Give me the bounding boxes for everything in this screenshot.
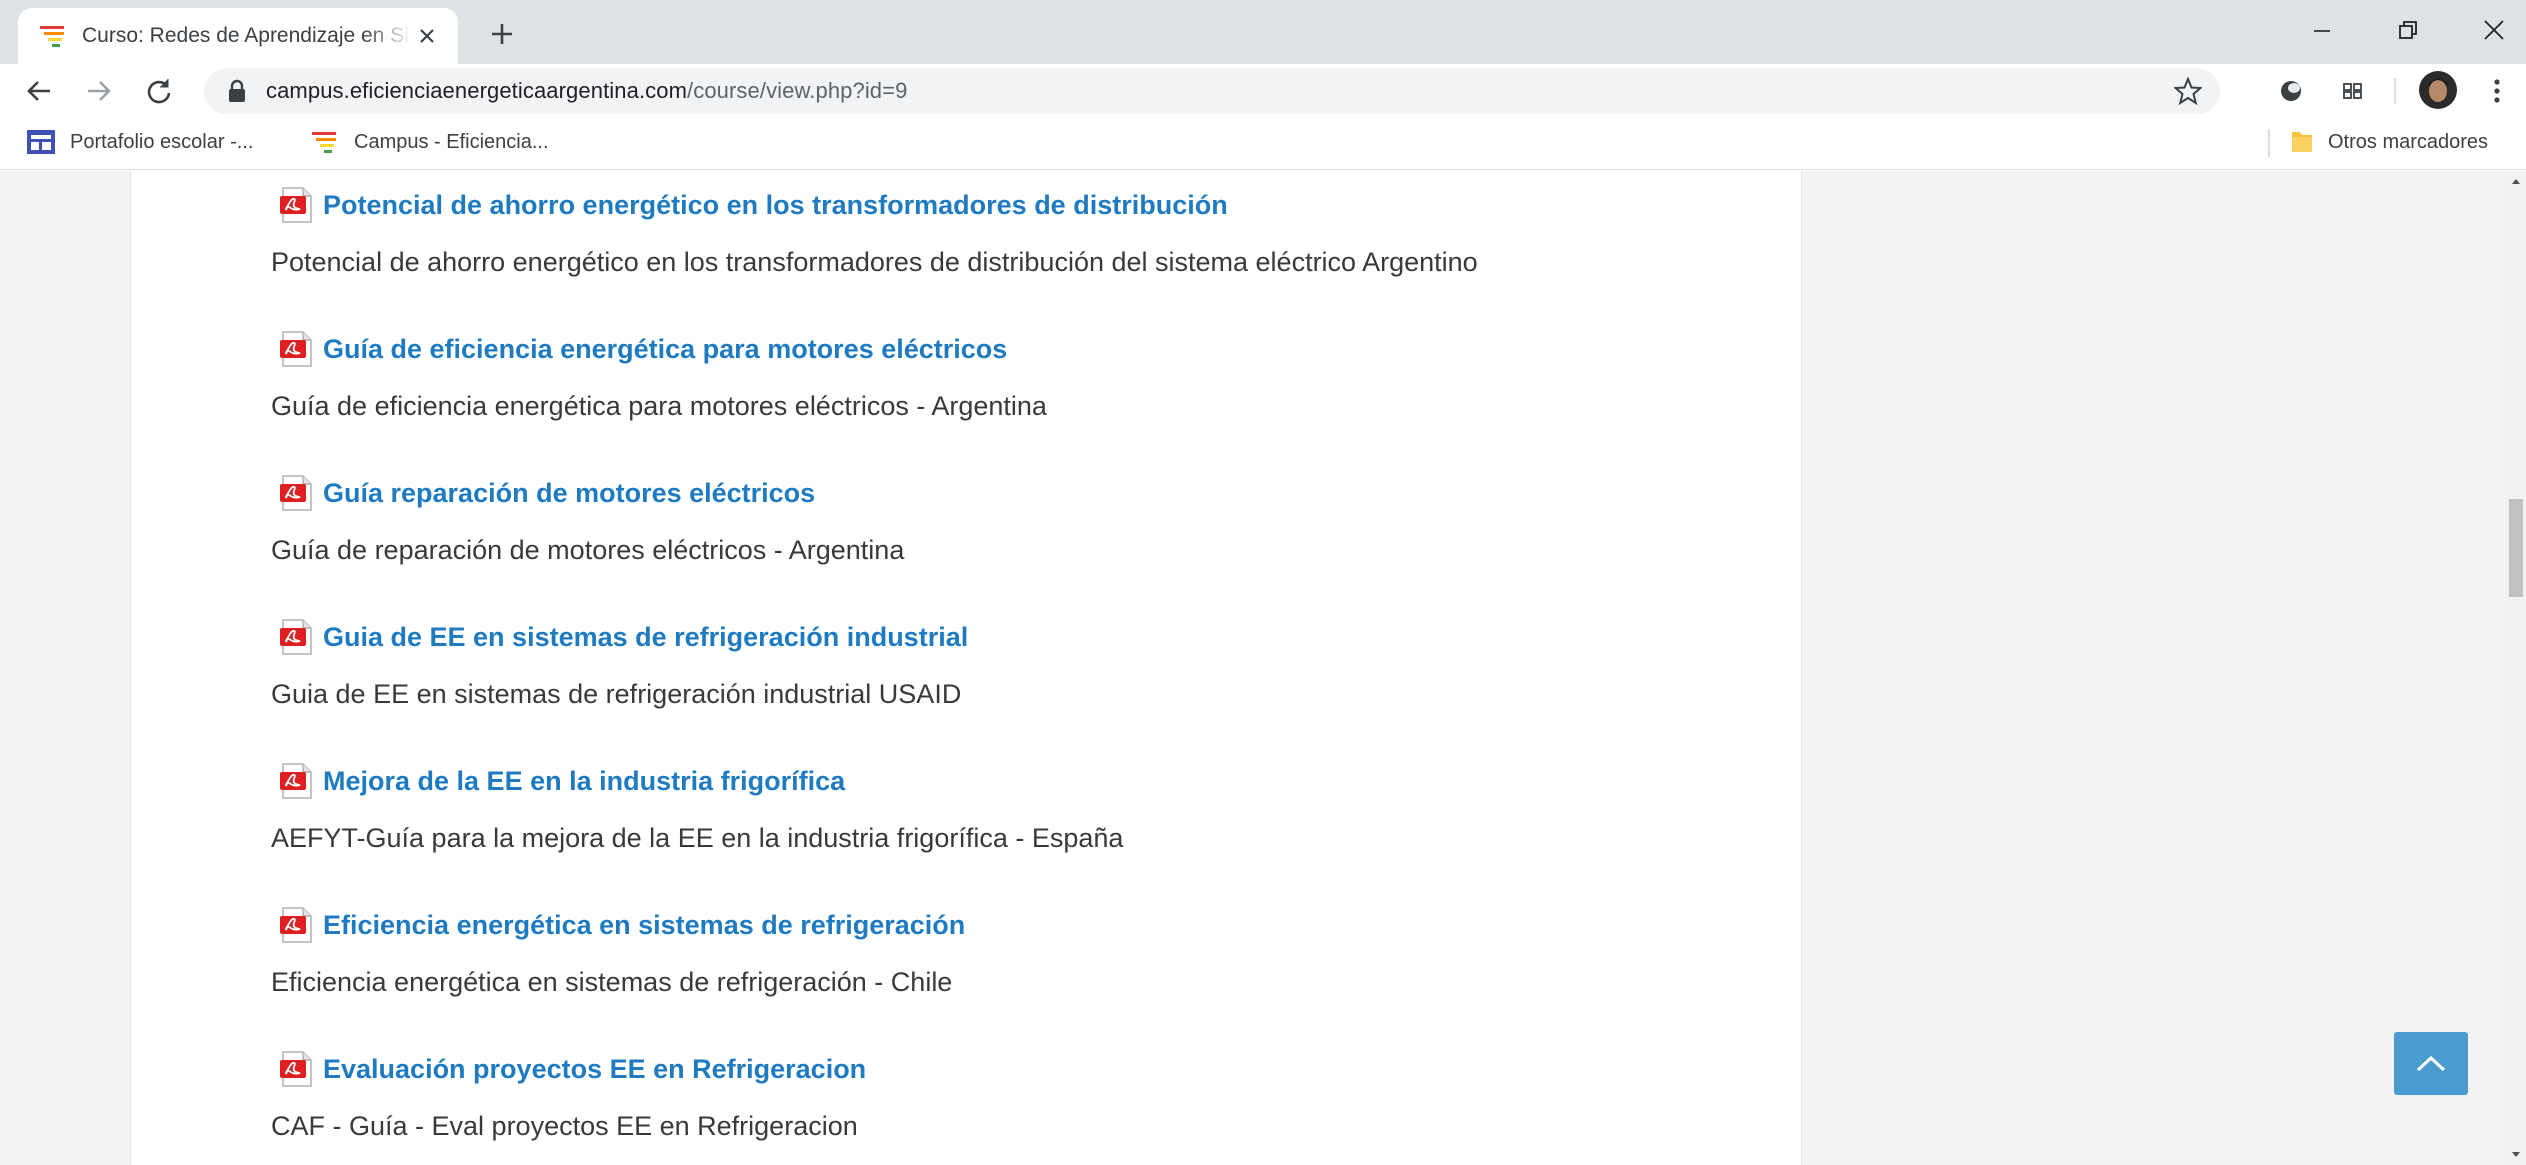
browser-toolbar: campus.eficienciaenergeticaargentina.com…	[0, 64, 2526, 116]
scroll-thumb[interactable]	[2509, 499, 2523, 597]
bookmark-star-icon[interactable]	[2174, 77, 2202, 105]
extension-button[interactable]	[2274, 74, 2308, 108]
restore-icon	[2399, 21, 2417, 39]
minimize-icon	[2314, 30, 2330, 32]
course-content: Potencial de ahorro energético en los tr…	[130, 171, 1802, 1165]
activity-title: Guia de EE en sistemas de refrigeración …	[323, 621, 969, 652]
back-to-top-button[interactable]	[2394, 1032, 2468, 1095]
pdf-icon	[280, 187, 312, 223]
forward-button[interactable]	[82, 74, 116, 108]
activity-item: Mejora de la EE en la industria frigoríf…	[271, 759, 1771, 854]
restore-button[interactable]	[2378, 8, 2438, 52]
triangle-up-icon	[2512, 179, 2520, 184]
activity-title: Mejora de la EE en la industria frigoríf…	[323, 765, 846, 796]
lock-icon	[229, 79, 245, 102]
pdf-icon	[280, 475, 312, 511]
pdf-icon	[280, 763, 312, 799]
chevron-up-icon	[2416, 1055, 2446, 1071]
scroll-up-arrow[interactable]	[2506, 171, 2526, 191]
activity-description: AEFYT-Guía para la mejora de la EE en la…	[271, 823, 1124, 853]
other-bookmarks-label: Otros marcadores	[2328, 130, 2489, 153]
activity-description: Guía de reparación de motores eléctricos…	[271, 535, 905, 565]
browser-tab[interactable]: Curso: Redes de Aprendizaje en Sistemas …	[18, 8, 458, 64]
close-window-button[interactable]	[2464, 8, 2524, 52]
back-arrow-icon	[27, 81, 50, 101]
bookmark-label: Campus - Eficiencia...	[354, 130, 549, 153]
activity-title: Eficiencia energética en sistemas de ref…	[323, 909, 966, 940]
page-scrollbar[interactable]	[2506, 171, 2526, 1165]
folder-icon	[2292, 132, 2312, 152]
activity-item: Guía de eficiencia energética para motor…	[271, 327, 1771, 422]
plus-icon	[492, 24, 512, 44]
activity-description: Eficiencia energética en sistemas de ref…	[271, 967, 953, 997]
activity-item: Guia de EE en sistemas de refrigeración …	[271, 615, 1771, 710]
new-tab-button[interactable]	[484, 16, 520, 52]
activity-title: Potencial de ahorro energético en los tr…	[323, 189, 1228, 220]
activity-link[interactable]: Guía reparación de motores eléctricos	[271, 471, 1771, 515]
page-viewport: Potencial de ahorro energético en los tr…	[0, 171, 2506, 1165]
activity-title: Guía reparación de motores eléctricos	[323, 477, 816, 508]
avatar-icon	[2419, 71, 2457, 109]
close-icon	[2484, 20, 2504, 40]
other-bookmarks[interactable]: Otros marcadores	[2290, 126, 2488, 158]
activity-item: Potencial de ahorro energético en los tr…	[271, 183, 1771, 278]
kebab-menu-icon	[2494, 79, 2500, 103]
activity-description: Potencial de ahorro energético en los tr…	[271, 247, 1478, 277]
reload-button[interactable]	[142, 74, 176, 108]
activity-item: Eficiencia energética en sistemas de ref…	[271, 903, 1771, 998]
close-tab-icon[interactable]	[412, 21, 442, 51]
bookmark-portafolio[interactable]: Portafolio escolar -...	[26, 126, 253, 158]
scroll-down-arrow[interactable]	[2506, 1145, 2526, 1165]
back-button[interactable]	[22, 74, 56, 108]
activity-item: Guía reparación de motores eléctricos Gu…	[271, 471, 1771, 566]
minimize-button[interactable]	[2292, 8, 2352, 52]
bookmark-label: Portafolio escolar -...	[70, 130, 254, 153]
pdf-icon	[280, 907, 312, 943]
activity-link[interactable]: Guia de EE en sistemas de refrigeración …	[271, 615, 1771, 659]
pdf-icon	[280, 1051, 312, 1087]
pdf-icon	[280, 331, 312, 367]
activity-link[interactable]: Eficiencia energética en sistemas de ref…	[271, 903, 1771, 947]
menu-button[interactable]	[2480, 74, 2514, 108]
activity-title: Evaluación proyectos EE en Refrigeracion	[323, 1053, 867, 1084]
url-domain: campus.eficienciaenergeticaargentina.com	[266, 78, 688, 103]
triangle-down-icon	[2512, 1152, 2520, 1157]
activity-item: Evaluación proyectos EE en Refrigeracion…	[271, 1047, 1771, 1142]
bookmarks-divider	[2268, 129, 2270, 157]
profile-avatar[interactable]	[2418, 70, 2458, 110]
classroom-icon	[27, 130, 55, 154]
bookmarks-bar: Portafolio escolar -... Campus - Eficien…	[0, 116, 2526, 170]
grid-icon	[2343, 83, 2362, 99]
apps-button[interactable]	[2336, 74, 2370, 108]
tab-strip: Curso: Redes de Aprendizaje en Sistemas …	[0, 0, 2526, 64]
activity-description: CAF - Guía - Eval proyectos EE en Refrig…	[271, 1111, 858, 1141]
activity-link[interactable]: Evaluación proyectos EE en Refrigeracion	[271, 1047, 1771, 1091]
activity-link[interactable]: Potencial de ahorro energético en los tr…	[271, 183, 1771, 227]
bookmark-campus[interactable]: Campus - Eficiencia...	[310, 126, 549, 158]
pdf-icon	[280, 619, 312, 655]
address-bar[interactable]: campus.eficienciaenergeticaargentina.com…	[204, 68, 2220, 114]
activity-link[interactable]: Mejora de la EE en la industria frigoríf…	[271, 759, 1771, 803]
toolbar-divider	[2394, 78, 2396, 104]
url-text: campus.eficienciaenergeticaargentina.com…	[266, 78, 907, 104]
forward-arrow-icon	[88, 81, 111, 101]
activity-link[interactable]: Guía de eficiencia energética para motor…	[271, 327, 1771, 371]
activity-description: Guía de eficiencia energética para motor…	[271, 391, 1047, 421]
url-path: /course/view.php?id=9	[687, 78, 908, 103]
activity-title: Guía de eficiencia energética para motor…	[323, 333, 1008, 364]
reload-icon	[147, 79, 171, 104]
campus-favicon-icon	[40, 26, 64, 47]
activity-description: Guia de EE en sistemas de refrigeración …	[271, 679, 962, 709]
extension-circle-icon	[2281, 81, 2301, 101]
tab-title: Curso: Redes de Aprendizaje en Sistemas …	[82, 24, 412, 47]
campus-favicon	[312, 132, 336, 153]
